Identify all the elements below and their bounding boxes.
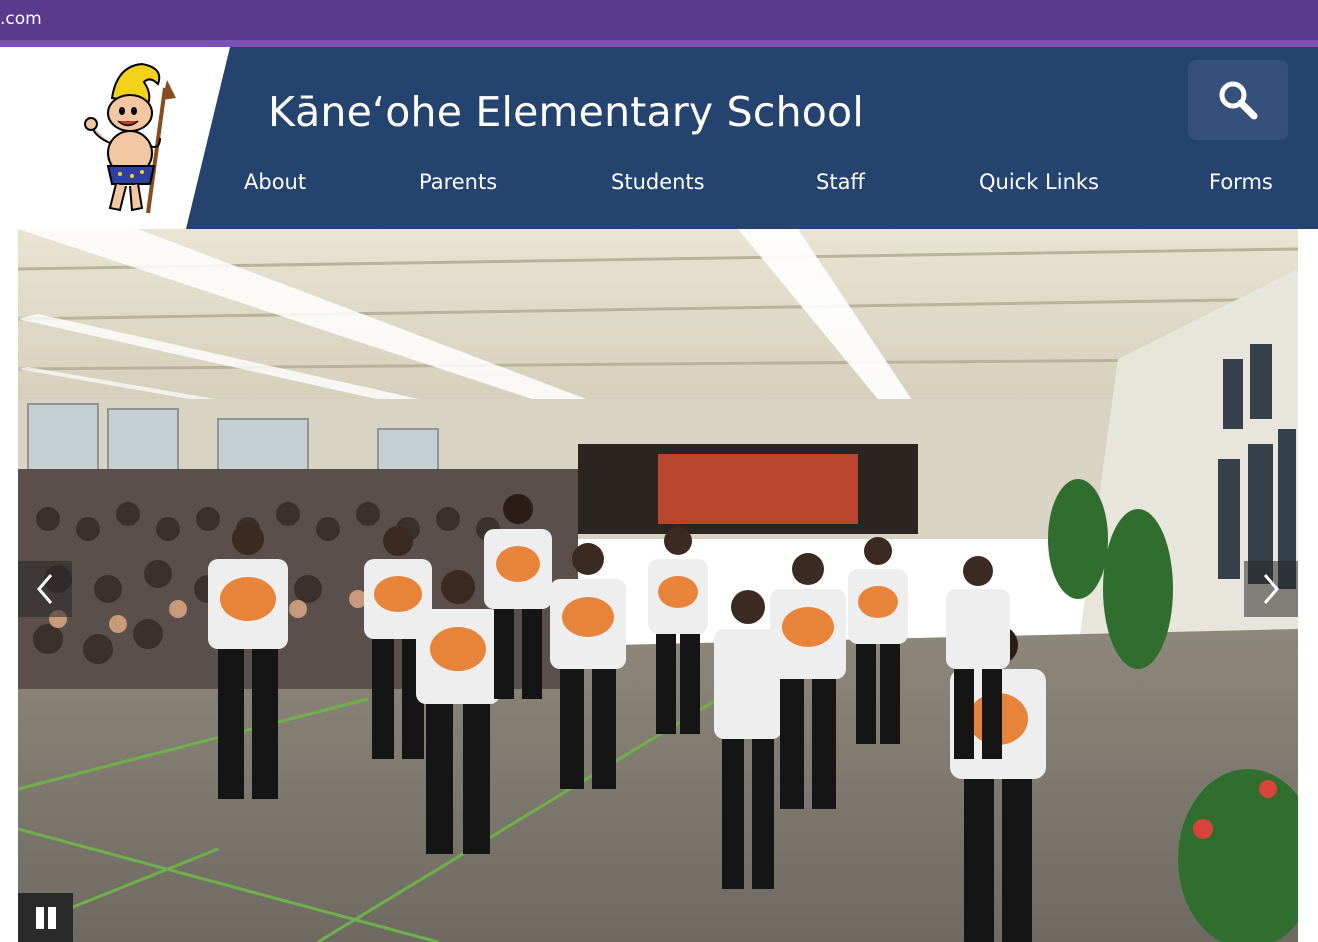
slideshow-prev-button[interactable] <box>18 561 72 617</box>
top-bar-accent <box>0 40 1318 47</box>
hula-performance-photo <box>18 229 1298 942</box>
hero-slideshow[interactable] <box>18 229 1298 942</box>
pause-icon <box>35 906 56 929</box>
top-bar: .com <box>0 0 1318 40</box>
chevron-right-icon <box>1263 574 1279 604</box>
search-icon <box>1219 81 1258 120</box>
nav-item-about[interactable]: About <box>244 170 306 194</box>
slideshow-next-button[interactable] <box>1244 561 1298 617</box>
top-bar-text[interactable]: .com <box>0 9 42 29</box>
nav-item-forms[interactable]: Forms <box>1209 170 1273 194</box>
nav-item-parents[interactable]: Parents <box>419 170 497 194</box>
nav-item-quick-links[interactable]: Quick Links <box>979 170 1099 194</box>
nav-item-staff[interactable]: Staff <box>816 170 865 194</box>
slideshow-pause-button[interactable] <box>18 893 73 942</box>
main-nav: About Parents Students Staff Quick Links… <box>0 170 1318 202</box>
school-title[interactable]: Kāneʻohe Elementary School <box>268 88 864 136</box>
search-button[interactable] <box>1188 60 1288 140</box>
chevron-left-icon <box>37 574 53 604</box>
nav-item-students[interactable]: Students <box>611 170 705 194</box>
